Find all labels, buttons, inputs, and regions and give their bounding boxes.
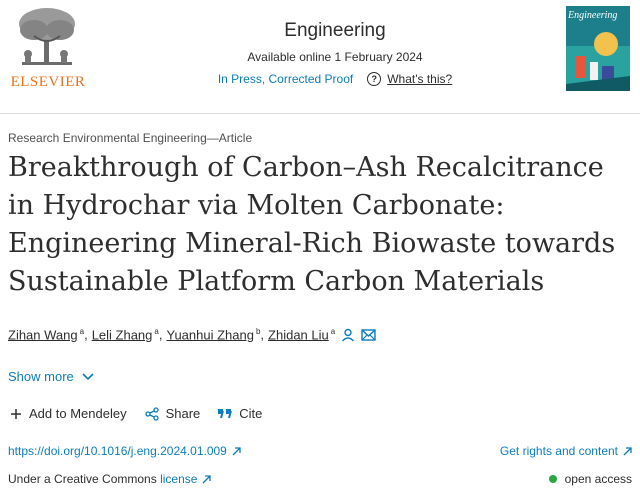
license-statement: Under a Creative Commons license <box>8 472 212 486</box>
add-to-mendeley-button[interactable]: Add to Mendeley <box>10 406 127 421</box>
whats-this-button[interactable]: ? What's this? <box>367 72 452 86</box>
person-icon[interactable] <box>341 328 355 342</box>
open-access-badge: open access <box>548 472 632 486</box>
external-link-icon <box>623 446 632 455</box>
author-link[interactable]: Yuanhui Zhang b <box>166 327 260 342</box>
share-button[interactable]: Share <box>144 406 200 421</box>
license-link[interactable]: license <box>160 472 212 486</box>
share-icon <box>144 406 159 421</box>
article-section: Research Environmental Engineering—Artic… <box>8 131 253 145</box>
elsevier-logo[interactable]: ELSEVIER <box>8 6 86 92</box>
in-press-link[interactable]: In Press, Corrected Proof <box>218 72 353 86</box>
author-link[interactable]: Zhidan Liu a <box>268 327 335 342</box>
whats-this-label: What's this? <box>387 72 453 86</box>
license-row: Under a Creative Commons license open ac… <box>8 472 632 486</box>
author-link[interactable]: Leli Zhang a <box>92 327 159 342</box>
journal-title[interactable]: Engineering <box>190 20 480 42</box>
article-actions: Add to Mendeley Share Cite <box>10 406 262 421</box>
journal-header: Engineering Available online 1 February … <box>190 20 480 86</box>
author-list: Zihan Wang a, Leli Zhang a, Yuanhui Zhang b… <box>8 327 376 342</box>
get-rights-link[interactable]: Get rights and content <box>500 444 632 458</box>
cover-title: Engineering <box>568 10 618 21</box>
status-row: In Press, Corrected Proof ? What's this? <box>190 72 480 86</box>
doi-row: https://doi.org/10.1016/j.eng.2024.01.00… <box>8 444 632 458</box>
show-more-label: Show more <box>8 369 74 384</box>
article-title: Breakthrough of Carbon–Ash Recalcitrance… <box>8 152 616 297</box>
open-access-dot-icon <box>548 475 557 483</box>
author-link[interactable]: Zihan Wang a <box>8 327 84 342</box>
journal-cover-image[interactable]: Engineering <box>566 6 630 91</box>
show-more-button[interactable]: Show more <box>8 369 94 384</box>
email-icon[interactable] <box>361 328 376 341</box>
doi-link[interactable]: https://doi.org/10.1016/j.eng.2024.01.00… <box>8 444 241 458</box>
external-link-icon <box>232 446 241 455</box>
chevron-down-icon <box>82 372 94 380</box>
cite-button[interactable]: Cite <box>218 406 262 421</box>
external-link-icon <box>202 474 212 483</box>
available-online-date: Available online 1 February 2024 <box>247 50 423 64</box>
quote-icon <box>218 408 233 418</box>
header-divider <box>0 113 640 114</box>
question-icon: ? <box>367 72 382 86</box>
elsevier-tree-icon <box>19 8 75 65</box>
plus-icon <box>11 408 21 419</box>
elsevier-wordmark: ELSEVIER <box>10 74 86 90</box>
